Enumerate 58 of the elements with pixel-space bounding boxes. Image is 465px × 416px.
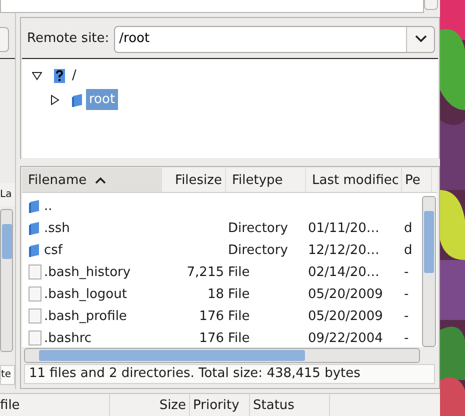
table-cell: 176 — [199, 330, 224, 346]
folder-icon — [28, 243, 40, 258]
table-cell: 05/20/2009 — [308, 286, 383, 302]
table-cell: - — [404, 308, 409, 324]
table-cell: d — [404, 220, 412, 236]
collapse-icon[interactable] — [32, 70, 42, 81]
table-cell: .bash_logout — [44, 286, 127, 302]
column-header[interactable]: La — [0, 182, 15, 206]
table-cell: d — [404, 242, 412, 258]
column-header[interactable]: Size — [159, 398, 186, 413]
table-cell: 05/20/2009 — [308, 308, 383, 324]
table-cell: .. — [44, 198, 52, 214]
table-cell: File — [228, 264, 250, 280]
table-cell: 12/12/20… — [308, 242, 380, 258]
tree-item[interactable]: / — [69, 64, 80, 86]
table-cell: csf — [44, 242, 62, 258]
remote-site-combo-box[interactable]: /root — [114, 26, 435, 53]
column-header[interactable]: file — [0, 398, 20, 413]
table-cell: File — [228, 308, 250, 324]
sort-ascending-icon — [94, 176, 106, 184]
question-icon — [53, 68, 66, 84]
vertical-scrollbar[interactable] — [422, 196, 436, 347]
expand-icon[interactable] — [50, 94, 60, 105]
scrollbar[interactable] — [0, 208, 13, 352]
folder-icon — [28, 199, 40, 214]
table-cell: .ssh — [44, 220, 70, 236]
column-header[interactable]: Filename — [22, 168, 162, 192]
chevron-down-icon — [414, 35, 426, 44]
table-cell: .bash_profile — [44, 308, 127, 324]
folder-icon — [28, 221, 40, 236]
file-icon — [28, 308, 42, 324]
table-cell: - — [404, 286, 409, 302]
table-cell: - — [404, 330, 409, 346]
table-cell: - — [404, 264, 409, 280]
remote-site-field[interactable]: /root — [115, 26, 406, 52]
table-cell: .bashrc — [44, 330, 92, 346]
table-cell: Directory — [228, 242, 288, 258]
table-cell: Directory — [228, 220, 288, 236]
status-text: 11 files and 2 directories. Total size: 438,415 bytes — [24, 364, 435, 384]
column-header[interactable]: Priority — [193, 398, 240, 413]
table-cell: 02/14/20… — [308, 264, 380, 280]
folder-icon — [71, 92, 83, 107]
dropdown-button[interactable] — [406, 26, 434, 52]
table-cell: 01/11/20… — [308, 220, 380, 236]
column-header[interactable]: Status — [253, 398, 294, 413]
input-field[interactable] — [0, 0, 424, 13]
table-cell: 176 — [199, 308, 224, 324]
horizontal-scrollbar[interactable] — [24, 348, 420, 363]
status-text: te — [0, 364, 15, 385]
table-cell: 09/22/2004 — [308, 330, 383, 346]
table-cell: .bash_history — [44, 264, 131, 280]
table-cell: File — [228, 286, 250, 302]
file-icon — [28, 264, 42, 280]
table-cell: 7,215 — [186, 264, 224, 280]
table-cell: File — [228, 330, 250, 346]
file-icon — [28, 286, 42, 302]
remote-site-label: Remote site: — [27, 30, 110, 48]
table-cell: 18 — [207, 286, 224, 302]
